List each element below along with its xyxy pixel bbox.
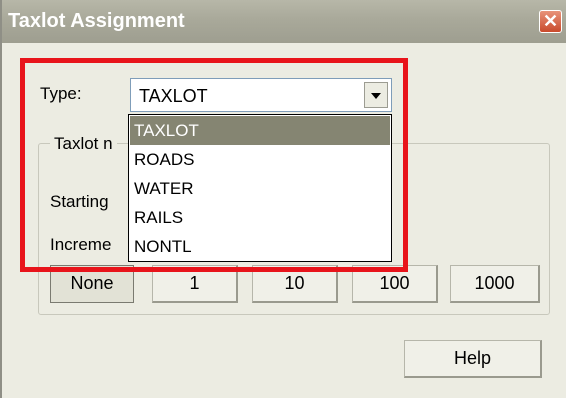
red-highlight-box [20,58,408,272]
close-icon[interactable]: ✕ [539,10,562,33]
taxlot-assignment-window: Taxlot Assignment ✕ Type: TAXLOT Taxlot … [0,0,566,398]
window-title: Taxlot Assignment [8,10,185,32]
help-button[interactable]: Help [404,340,542,378]
title-bar: Taxlot Assignment ✕ [2,0,566,43]
increment-1000-button[interactable]: 1000 [450,265,540,303]
